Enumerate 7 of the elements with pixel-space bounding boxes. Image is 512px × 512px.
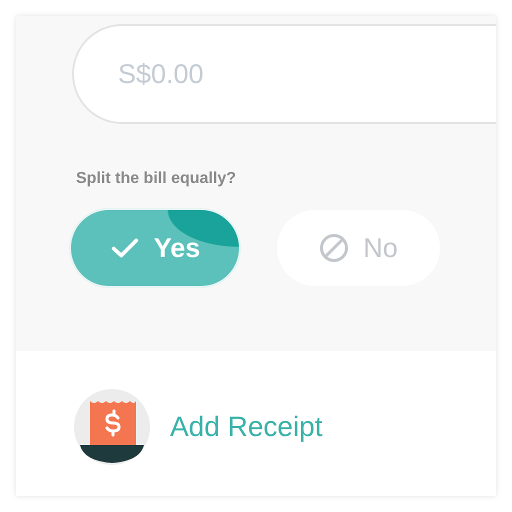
no-button[interactable]: No bbox=[277, 210, 440, 286]
split-question: Split the bill equally? bbox=[76, 170, 238, 188]
amount-field[interactable]: S$0.00 bbox=[72, 24, 496, 124]
prohibited-icon bbox=[319, 233, 350, 263]
yes-button[interactable]: Yes bbox=[71, 210, 239, 286]
add-receipt-link[interactable]: Add Receipt bbox=[170, 410, 323, 442]
receipt-icon bbox=[74, 388, 150, 464]
